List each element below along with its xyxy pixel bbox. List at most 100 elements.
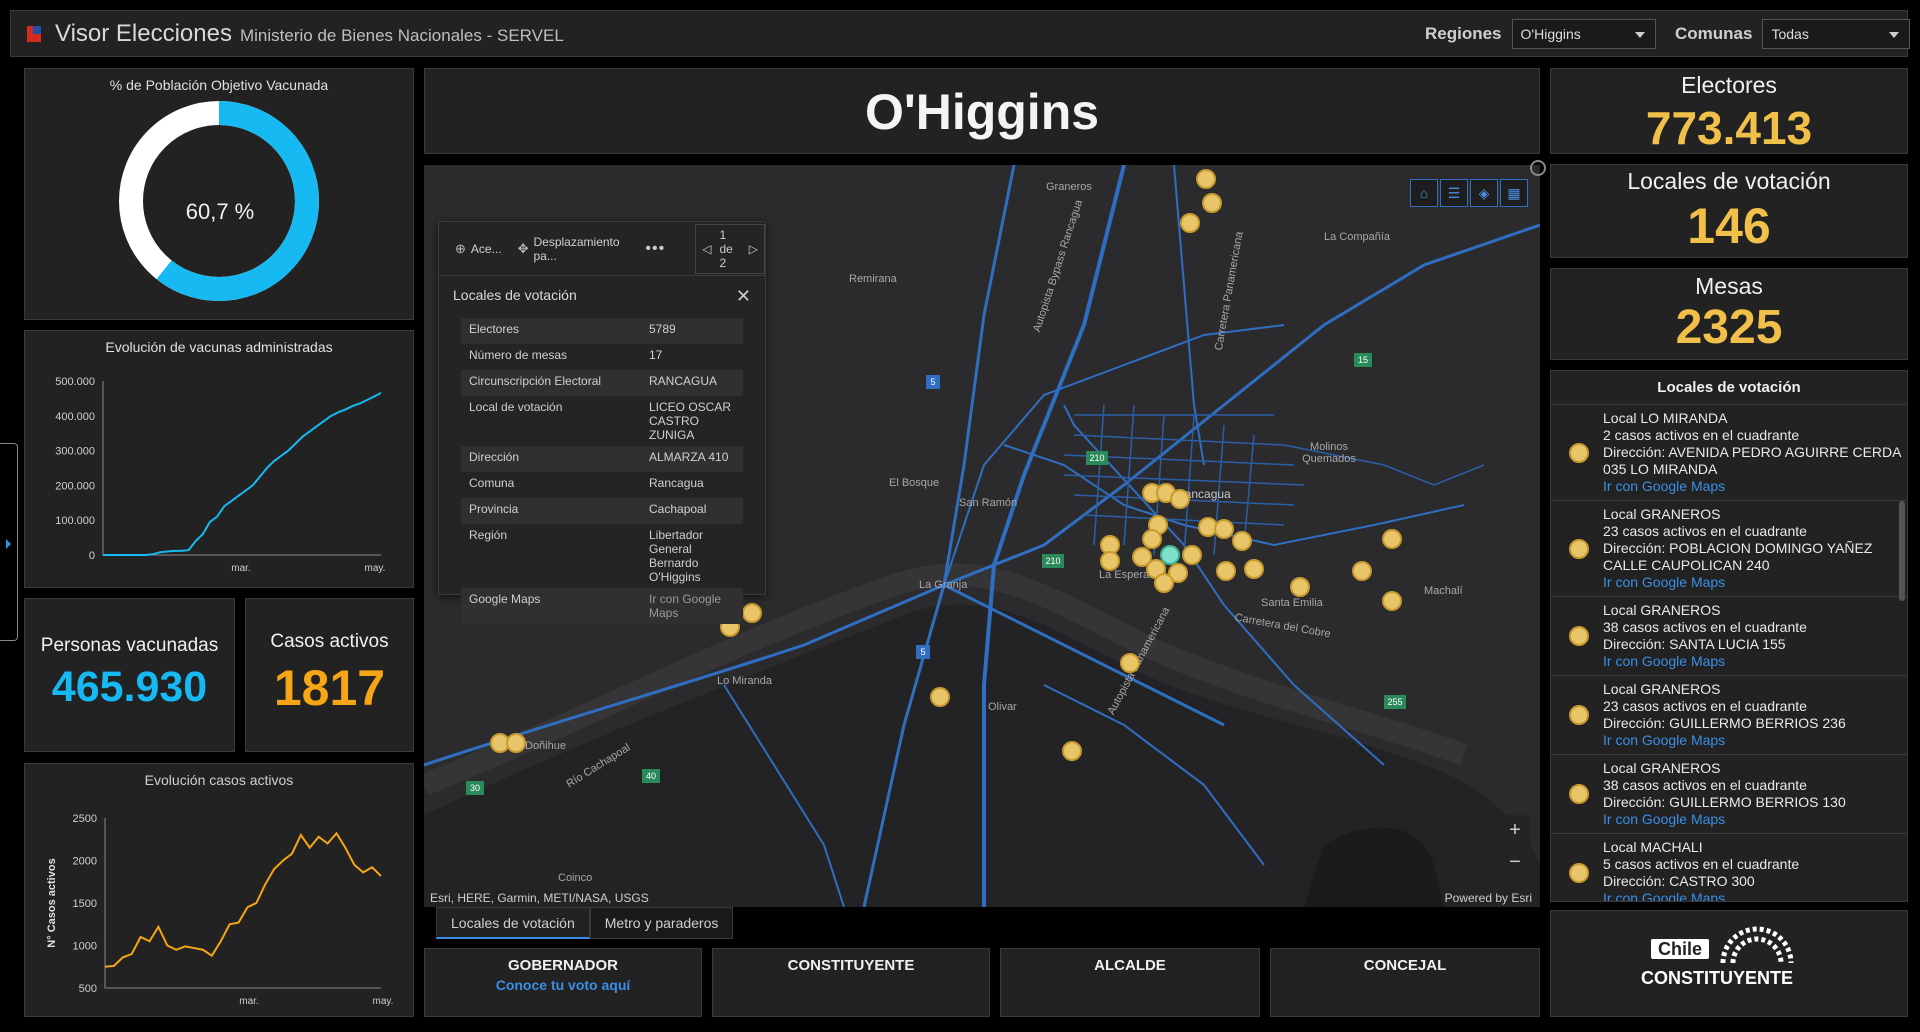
conoce-tu-voto-link[interactable]: Conoce tu voto aquí: [425, 977, 701, 993]
vaccination-gauge-panel: % de Población Objetivo Vacunada 60,7 %: [24, 68, 414, 320]
voting-site-marker[interactable]: [1196, 169, 1216, 189]
voting-site-marker[interactable]: [1142, 529, 1162, 549]
list-item-text: Local GRANEROS 23 casos activos en el cua…: [1603, 681, 1846, 749]
voting-site-marker[interactable]: [1202, 193, 1222, 213]
voting-site-marker[interactable]: [742, 603, 762, 623]
list-item[interactable]: Local GRANEROS 38 casos activos en el cua…: [1551, 597, 1907, 676]
popup-row-value: ALMARZA 410: [649, 450, 729, 464]
route-shield: 5: [916, 645, 930, 659]
y-tick-label: 0: [89, 550, 95, 562]
popup-action-bar: ⊕ Ace... ✥ Desplazamiento pa... ••• ◁ 1 de…: [439, 222, 765, 276]
basemap-gallery-icon[interactable]: ▦: [1500, 179, 1528, 207]
list-item-casos: 23 casos activos en el cuadrante: [1603, 698, 1807, 714]
voting-site-marker[interactable]: [1100, 551, 1120, 571]
popup-row: Comuna Rancagua: [461, 472, 743, 498]
home-icon[interactable]: ⌂: [1410, 179, 1438, 207]
voting-site-marker[interactable]: [1216, 561, 1236, 581]
regiones-filter: Regiones O'Higgins: [1425, 19, 1656, 49]
google-maps-link[interactable]: Ir con Google Maps: [1603, 890, 1799, 901]
electores-label: Electores: [1681, 72, 1777, 98]
voting-site-marker[interactable]: [1382, 529, 1402, 549]
powered-by-esri[interactable]: Powered by Esri: [1445, 891, 1532, 905]
list-item[interactable]: Local GRANEROS 38 casos activos en el cua…: [1551, 755, 1907, 834]
tab-locales-de-votacion[interactable]: Locales de votación: [436, 907, 590, 939]
list-item-dir: Dirección: GUILLERMO BERRIOS 236: [1603, 715, 1846, 731]
voting-site-marker[interactable]: [1170, 489, 1190, 509]
selected-voting-site-marker[interactable]: [1160, 545, 1180, 565]
google-maps-link[interactable]: Ir con Google Maps: [1603, 653, 1807, 670]
popup-row-key: Comuna: [469, 476, 515, 490]
voting-site-marker[interactable]: [1214, 519, 1234, 539]
place-label-la-compania: La Compañía: [1324, 231, 1391, 243]
layers-icon[interactable]: ◈: [1470, 179, 1498, 207]
google-maps-link[interactable]: Ir con Google Maps: [1603, 811, 1846, 828]
voting-site-marker[interactable]: [1382, 591, 1402, 611]
google-maps-link[interactable]: Ir con Google Maps: [1603, 574, 1907, 591]
list-item[interactable]: Local LO MIRANDA 2 casos activos en el cu…: [1551, 405, 1907, 501]
voting-site-marker[interactable]: [1352, 561, 1372, 581]
popup-row-value: 17: [649, 348, 663, 362]
list-item-local: Local GRANEROS: [1603, 506, 1721, 522]
voting-site-icon: [1569, 784, 1589, 804]
x-tick-label: may.: [373, 996, 394, 1007]
list-item[interactable]: Local MACHALI 5 casos activos en el cuadr…: [1551, 834, 1907, 901]
y-tick-label: 400.000: [55, 411, 95, 423]
casos-label: Casos activos: [270, 631, 389, 652]
comunas-select[interactable]: Todas: [1762, 19, 1911, 49]
zoom-to-action[interactable]: ⊕ Ace...: [455, 241, 502, 257]
voting-site-marker[interactable]: [1120, 653, 1140, 673]
close-icon[interactable]: ✕: [736, 286, 751, 307]
list-item-casos: 23 casos activos en el cuadrante: [1603, 523, 1807, 539]
y-tick-label: 300.000: [55, 446, 95, 458]
list-scrollbar[interactable]: [1899, 501, 1905, 601]
voting-site-marker[interactable]: [1154, 573, 1174, 593]
list-item-local: Local MACHALI: [1603, 839, 1703, 855]
side-panel-toggle[interactable]: [0, 443, 18, 641]
chevron-right-icon[interactable]: ▷: [749, 242, 758, 256]
pan-to-action[interactable]: ✥ Desplazamiento pa...: [518, 235, 624, 263]
voting-site-marker[interactable]: [1180, 213, 1200, 233]
google-maps-link[interactable]: Ir con Google Maps: [1603, 478, 1907, 495]
list-item[interactable]: Local GRANEROS 23 casos activos en el cua…: [1551, 676, 1907, 755]
voting-site-marker[interactable]: [930, 687, 950, 707]
chevron-left-icon[interactable]: ◁: [702, 242, 711, 256]
series-line: [103, 391, 382, 556]
popup-pager: ◁ 1 de 2 ▷: [695, 223, 765, 274]
google-maps-link[interactable]: Ir con Google Maps: [649, 592, 735, 620]
vote-title: CONCEJAL: [1363, 957, 1447, 974]
locales-value: 146: [1687, 198, 1771, 254]
locales-list-panel: Locales de votación Local LO MIRANDA 2 ca…: [1550, 370, 1908, 902]
popup-row: Google Maps Ir con Google Maps: [461, 588, 743, 624]
vote-panel-constituyente: CONSTITUYENTE: [712, 948, 990, 1017]
tab-metro-y-paraderos[interactable]: Metro y paraderos: [589, 907, 734, 939]
list-item-text: Local LO MIRANDA 2 casos activos en el cu…: [1603, 410, 1907, 495]
popup-row: Circunscripción Electoral RANCAGUA: [461, 370, 743, 396]
fullscreen-icon[interactable]: [1530, 160, 1546, 176]
list-item-local: Local GRANEROS: [1603, 602, 1721, 618]
voting-site-marker[interactable]: [1182, 545, 1202, 565]
voting-site-marker[interactable]: [1244, 559, 1264, 579]
voting-site-marker[interactable]: [1062, 741, 1082, 761]
map-view[interactable]: Graneros La Compañía Remirana Rancagua E…: [424, 165, 1540, 907]
legend-list-icon[interactable]: ☰: [1440, 179, 1468, 207]
google-maps-link[interactable]: Ir con Google Maps: [1603, 732, 1846, 749]
list-item-local: Local GRANEROS: [1603, 760, 1721, 776]
zoom-in-button[interactable]: +: [1500, 815, 1530, 845]
more-options-icon[interactable]: •••: [645, 240, 665, 258]
map-attribution: Esri, HERE, Garmin, METI/NASA, USGS: [430, 891, 649, 905]
popup-row: Región Libertador General Bernardo O'Higg…: [461, 524, 743, 588]
comunas-filter: Comunas Todas: [1675, 19, 1911, 49]
route-shield: 210: [1086, 451, 1108, 465]
place-label-el-bosque: El Bosque: [889, 477, 940, 489]
vote-panel-gobernador: GOBERNADOR Conoce tu voto aquí: [424, 948, 702, 1017]
mesas-value: 2325: [1675, 301, 1783, 354]
voting-site-marker[interactable]: [1290, 577, 1310, 597]
voting-site-marker[interactable]: [506, 733, 526, 753]
chevron-right-icon: [6, 539, 11, 549]
zoom-out-button[interactable]: −: [1500, 847, 1530, 877]
popup-row-value: LICEO OSCAR CASTRO ZUNIGA: [649, 400, 732, 442]
voting-site-marker[interactable]: [1232, 531, 1252, 551]
comunas-value: Todas: [1771, 26, 1809, 42]
regiones-select[interactable]: O'Higgins: [1511, 19, 1656, 49]
list-item[interactable]: Local GRANEROS 23 casos activos en el cua…: [1551, 501, 1907, 597]
